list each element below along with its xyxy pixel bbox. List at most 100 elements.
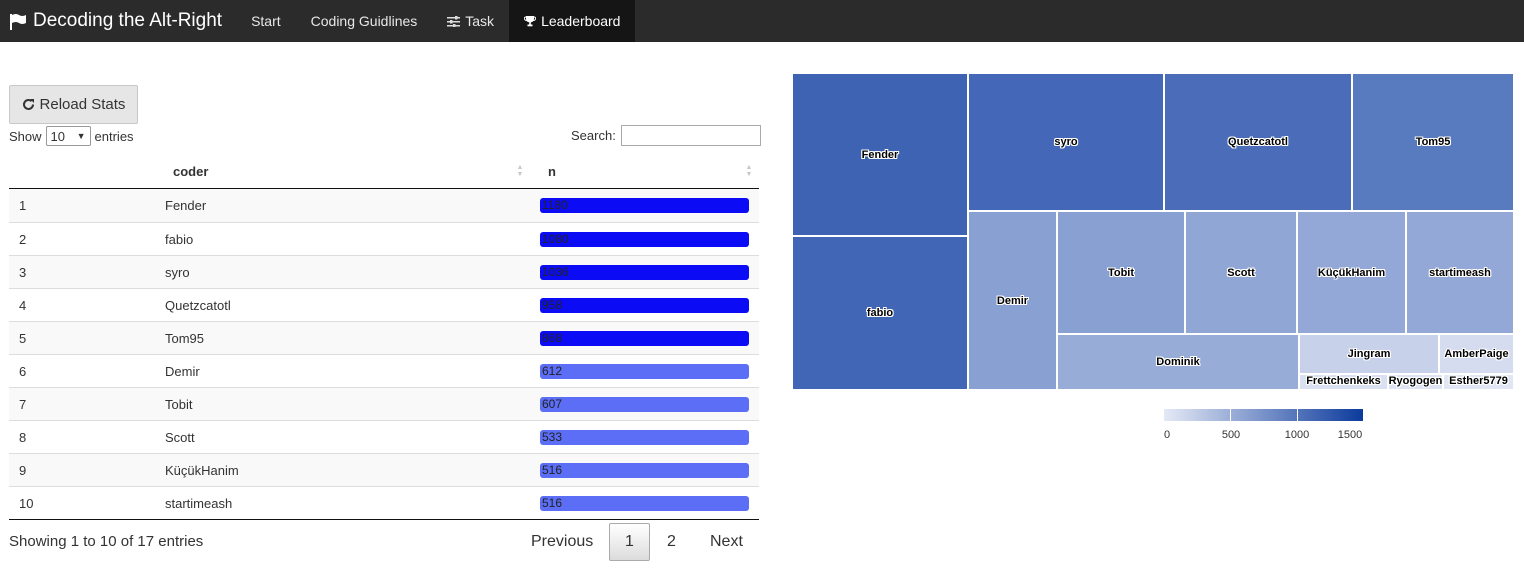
sort-icon[interactable]: ▲ ▼: [745, 164, 753, 178]
count-bar: 612: [540, 363, 749, 379]
treemap-cell[interactable]: Tom95: [1352, 73, 1514, 211]
legend-tick: [1297, 409, 1298, 421]
treemap-cell[interactable]: Jingram: [1299, 334, 1439, 374]
treemap-label: Ryogogen: [1388, 375, 1443, 387]
treemap-label: Tobit: [1107, 266, 1135, 279]
count-bar: 607: [540, 396, 749, 412]
count-bar: 1036: [540, 264, 749, 280]
count-bar: 1080: [540, 231, 749, 247]
row-index: 9: [19, 462, 27, 478]
treemap-label: Tom95: [1415, 136, 1451, 148]
treemap-cell[interactable]: Demir: [968, 211, 1057, 390]
nav-coding-guidlines[interactable]: Coding Guidlines: [296, 0, 433, 42]
treemap-label: Demir: [996, 294, 1029, 307]
row-index: 7: [19, 396, 27, 412]
row-index: 2: [19, 231, 27, 247]
treemap-cell[interactable]: Fender: [792, 73, 968, 236]
color-legend: 0 500 1000 1500: [1163, 409, 1364, 441]
entries-label: entries: [94, 128, 134, 144]
brand[interactable]: Decoding the Alt-Right: [0, 0, 236, 42]
treemap-cell[interactable]: Ryogogen: [1388, 374, 1443, 390]
table-row[interactable]: 2 fabio 1080: [9, 222, 759, 255]
treemap-label: Esther5779: [1449, 375, 1508, 387]
treemap-cell[interactable]: Tobit: [1057, 211, 1185, 334]
table-body: 1 Fender 1180 2 fabio 1080 3 syro 1036 4 Quetzcato…: [9, 189, 759, 519]
coder-name: fabio: [165, 231, 194, 247]
navbar: Decoding the Alt-Right Start Coding Guid…: [0, 0, 1524, 42]
page-size-select[interactable]: 10 ▼: [45, 126, 91, 146]
nav-start[interactable]: Start: [236, 0, 296, 42]
search-input[interactable]: [620, 125, 761, 146]
count-bar: 516: [540, 495, 749, 511]
coder-name: Tobit: [165, 396, 193, 412]
legend-tick: [1163, 409, 1164, 421]
previous-button[interactable]: Previous: [531, 523, 593, 561]
treemap-cell[interactable]: Quetzcatotl: [1164, 73, 1352, 211]
page-1-button[interactable]: 1: [609, 523, 650, 561]
sort-icon[interactable]: ▲ ▼: [516, 164, 524, 178]
table-row[interactable]: 5 Tom95 868: [9, 321, 759, 354]
coder-name: startimeash: [165, 495, 233, 511]
treemap-cell[interactable]: Frettchenkeks: [1299, 374, 1388, 390]
table-row[interactable]: 6 Demir 612: [9, 354, 759, 387]
table-row[interactable]: 4 Quetzcatotl 958: [9, 288, 759, 321]
nav-task[interactable]: Task: [432, 0, 509, 42]
treemap-label: Fender: [861, 148, 899, 161]
legend-label: 500: [1221, 429, 1241, 441]
col-header-n[interactable]: n: [548, 164, 556, 179]
row-index: 5: [19, 330, 27, 346]
table-info: Showing 1 to 10 of 17 entries: [9, 533, 204, 550]
nav-start-label: Start: [251, 13, 281, 29]
treemap-cell[interactable]: Dominik: [1057, 334, 1299, 390]
trophy-icon: [524, 15, 537, 27]
next-button[interactable]: Next: [710, 523, 743, 561]
treemap-cell[interactable]: syro: [968, 73, 1164, 211]
legend-label: 0: [1163, 429, 1171, 441]
treemap-label: syro: [1054, 136, 1078, 148]
treemap-label: Quetzcatotl: [1228, 136, 1288, 148]
table-row[interactable]: 1 Fender 1180: [9, 189, 759, 222]
legend-label: 1500: [1337, 429, 1363, 441]
treemap-cell[interactable]: startimeash: [1406, 211, 1514, 334]
count-bar: 958: [540, 297, 749, 313]
col-header-coder[interactable]: coder: [173, 164, 208, 179]
coder-name: Fender: [165, 198, 207, 213]
treemap-chart: Fender fabio syro Quetzcatotl Tom95 Demir Tobi…: [792, 73, 1514, 390]
reload-stats-button[interactable]: Reload Stats: [9, 85, 138, 124]
count-bar: 868: [540, 330, 749, 346]
treemap-cell[interactable]: fabio: [792, 236, 968, 390]
row-index: 3: [19, 264, 27, 280]
refresh-icon: [22, 98, 35, 111]
treemap-cell[interactable]: Scott: [1185, 211, 1297, 334]
treemap-cell[interactable]: Esther5779: [1443, 374, 1514, 390]
table-row[interactable]: 3 syro 1036: [9, 255, 759, 288]
page-size-value: 10: [50, 128, 65, 144]
legend-gradient: [1163, 409, 1364, 421]
treemap-cell[interactable]: KüçükHanim: [1297, 211, 1406, 334]
leaderboard-table: coder ▲ ▼ n ▲ ▼ 1 Fender 1180 2 fabio 1080 3 syro…: [9, 155, 759, 520]
table-search: Search:: [571, 125, 761, 146]
coder-name: Tom95: [165, 330, 205, 346]
row-index: 1: [19, 198, 27, 213]
legend-label: 1000: [1284, 429, 1310, 441]
table-row[interactable]: 9 KüçükHanim 516: [9, 453, 759, 486]
row-index: 10: [19, 495, 34, 511]
table-row[interactable]: 10 startimeash 516: [9, 486, 759, 519]
treemap-label: fabio: [866, 307, 894, 319]
count-bar: 516: [540, 462, 749, 478]
table-footer-line: [9, 519, 759, 520]
page-2-button[interactable]: 2: [667, 523, 676, 561]
table-row[interactable]: 8 Scott 533: [9, 420, 759, 453]
coder-name: syro: [165, 264, 190, 280]
treemap-cell[interactable]: AmberPaige: [1439, 334, 1514, 374]
treemap-label: AmberPaige: [1444, 348, 1509, 360]
nav-task-label: Task: [465, 13, 495, 29]
table-row[interactable]: 7 Tobit 607: [9, 387, 759, 420]
flag-icon: [9, 13, 27, 30]
caret-down-icon: ▼: [76, 131, 86, 141]
treemap-label: KüçükHanim: [1317, 266, 1386, 279]
nav-leaderboard[interactable]: Leaderboard: [509, 0, 636, 42]
brand-title: Decoding the Alt-Right: [33, 10, 223, 31]
legend-tick: [1363, 409, 1364, 421]
treemap-label: startimeash: [1429, 266, 1491, 279]
